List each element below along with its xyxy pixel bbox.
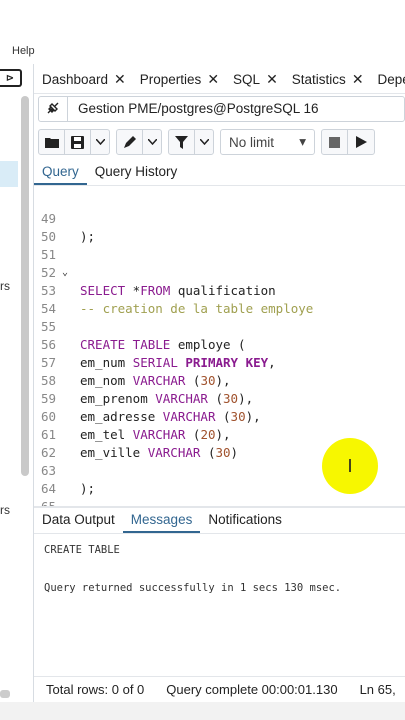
bottom-strip bbox=[0, 702, 405, 720]
main-tabs: Dashboard ✕ Properties ✕ SQL ✕ Statistics ✕ … bbox=[34, 66, 405, 94]
code-line: 61 em_ville VARCHAR (30) bbox=[34, 408, 405, 460]
filter-icon bbox=[175, 135, 188, 149]
plug-icon bbox=[39, 100, 67, 119]
tab-notifications[interactable]: Notifications bbox=[200, 508, 290, 533]
mouse-cursor-highlight: I bbox=[322, 438, 378, 494]
execute-button[interactable] bbox=[348, 130, 374, 154]
tab-properties[interactable]: Properties ✕ bbox=[132, 66, 225, 93]
pen-icon bbox=[123, 136, 136, 148]
tab-dependencies[interactable]: Depen bbox=[370, 66, 405, 93]
code-line: 59 em_adresse VARCHAR (30), bbox=[34, 372, 405, 424]
save-icon bbox=[71, 135, 84, 149]
stop-icon bbox=[329, 136, 340, 148]
message-line: Query returned successfully in 1 secs 13… bbox=[44, 582, 342, 594]
code-line: 54 bbox=[34, 282, 405, 316]
close-icon[interactable]: ✕ bbox=[114, 71, 126, 88]
chevron-down-icon[interactable] bbox=[91, 130, 109, 154]
code-line: 55 CREATE TABLE employe ( bbox=[34, 300, 405, 352]
tab-label: Statistics bbox=[291, 72, 346, 87]
code-line: 58 em_prenom VARCHAR (30), bbox=[34, 354, 405, 406]
code-line: 51 ⌄ SELECT *FROM qualification bbox=[34, 228, 405, 298]
tab-dashboard[interactable]: Dashboard ✕ bbox=[34, 66, 132, 93]
stop-button[interactable] bbox=[322, 130, 348, 154]
save-button[interactable] bbox=[65, 130, 91, 154]
connection-selector[interactable]: Gestion PME/postgres@PostgreSQL 16 bbox=[38, 96, 405, 122]
tab-query-history[interactable]: Query History bbox=[87, 160, 186, 185]
edit-pen-button[interactable] bbox=[117, 130, 143, 154]
message-line: CREATE TABLE bbox=[44, 544, 120, 556]
chevron-down-icon[interactable] bbox=[195, 130, 213, 154]
tree-selected-item[interactable] bbox=[0, 161, 18, 187]
filter-button[interactable] bbox=[169, 130, 195, 154]
open-file-button[interactable] bbox=[39, 130, 65, 154]
code-line: 60 em_tel VARCHAR (20), bbox=[34, 390, 405, 442]
tab-data-output[interactable]: Data Output bbox=[34, 508, 123, 533]
play-icon bbox=[355, 136, 367, 148]
line-number: 65 bbox=[34, 498, 56, 506]
tab-label: SQL bbox=[233, 72, 261, 87]
tree-scrollbar[interactable] bbox=[21, 96, 29, 476]
text-cursor-icon: I bbox=[347, 455, 353, 476]
tab-messages[interactable]: Messages bbox=[122, 508, 201, 533]
code-line: 49 ); bbox=[34, 192, 405, 244]
status-rows: Total rows: 0 of 0 bbox=[46, 682, 145, 697]
top-strip bbox=[0, 0, 405, 36]
edit-group bbox=[116, 129, 162, 155]
status-position: Ln 65, bbox=[359, 682, 396, 697]
tab-sql[interactable]: SQL ✕ bbox=[225, 66, 284, 93]
close-icon[interactable]: ✕ bbox=[266, 71, 278, 88]
tree-horizontal-scrollbar[interactable] bbox=[0, 690, 10, 698]
menu-help[interactable]: Help bbox=[12, 45, 35, 57]
tree-label-fragment: rs bbox=[0, 279, 10, 293]
tab-label: Depen bbox=[377, 72, 405, 87]
code-line: 57 em_nom VARCHAR (30), bbox=[34, 336, 405, 388]
tab-statistics[interactable]: Statistics ✕ bbox=[284, 66, 370, 93]
connection-label: Gestion PME/postgres@PostgreSQL 16 bbox=[67, 97, 319, 121]
row-limit-value: No limit bbox=[229, 134, 275, 150]
query-tool-icon[interactable]: ⊳ bbox=[0, 69, 22, 87]
code-line: 52 bbox=[34, 246, 405, 280]
file-group bbox=[38, 129, 110, 155]
folder-icon bbox=[44, 138, 59, 148]
close-icon[interactable]: ✕ bbox=[207, 71, 219, 88]
chevron-down-icon[interactable] bbox=[143, 130, 161, 154]
tab-label: Properties bbox=[139, 72, 202, 87]
messages-panel: CREATE TABLE Query returned successfully… bbox=[34, 536, 405, 676]
caret-down-icon: ▾ bbox=[299, 134, 306, 149]
code-line: 56 em_num SERIAL PRIMARY KEY, bbox=[34, 318, 405, 370]
output-tabs: Data Output Messages Notifications bbox=[34, 508, 405, 534]
code-line: 50 bbox=[34, 210, 405, 244]
menu-bar bbox=[0, 36, 405, 64]
row-limit-select[interactable]: No limit ▾ bbox=[220, 129, 315, 155]
query-subtabs: Query Query History bbox=[34, 160, 405, 186]
code-line: 53 -- creation de la table employe bbox=[34, 264, 405, 316]
tab-query[interactable]: Query bbox=[34, 160, 87, 185]
tree-label-fragment: rs bbox=[0, 503, 10, 517]
close-icon[interactable]: ✕ bbox=[352, 71, 364, 88]
status-bar: Total rows: 0 of 0 Query complete 00:00:… bbox=[34, 676, 405, 702]
query-toolbar: No limit ▾ bbox=[38, 128, 405, 156]
exec-group bbox=[321, 129, 375, 155]
status-complete: Query complete 00:00:01.130 bbox=[166, 682, 338, 697]
filter-group bbox=[168, 129, 214, 155]
tab-label: Dashboard bbox=[42, 72, 109, 87]
